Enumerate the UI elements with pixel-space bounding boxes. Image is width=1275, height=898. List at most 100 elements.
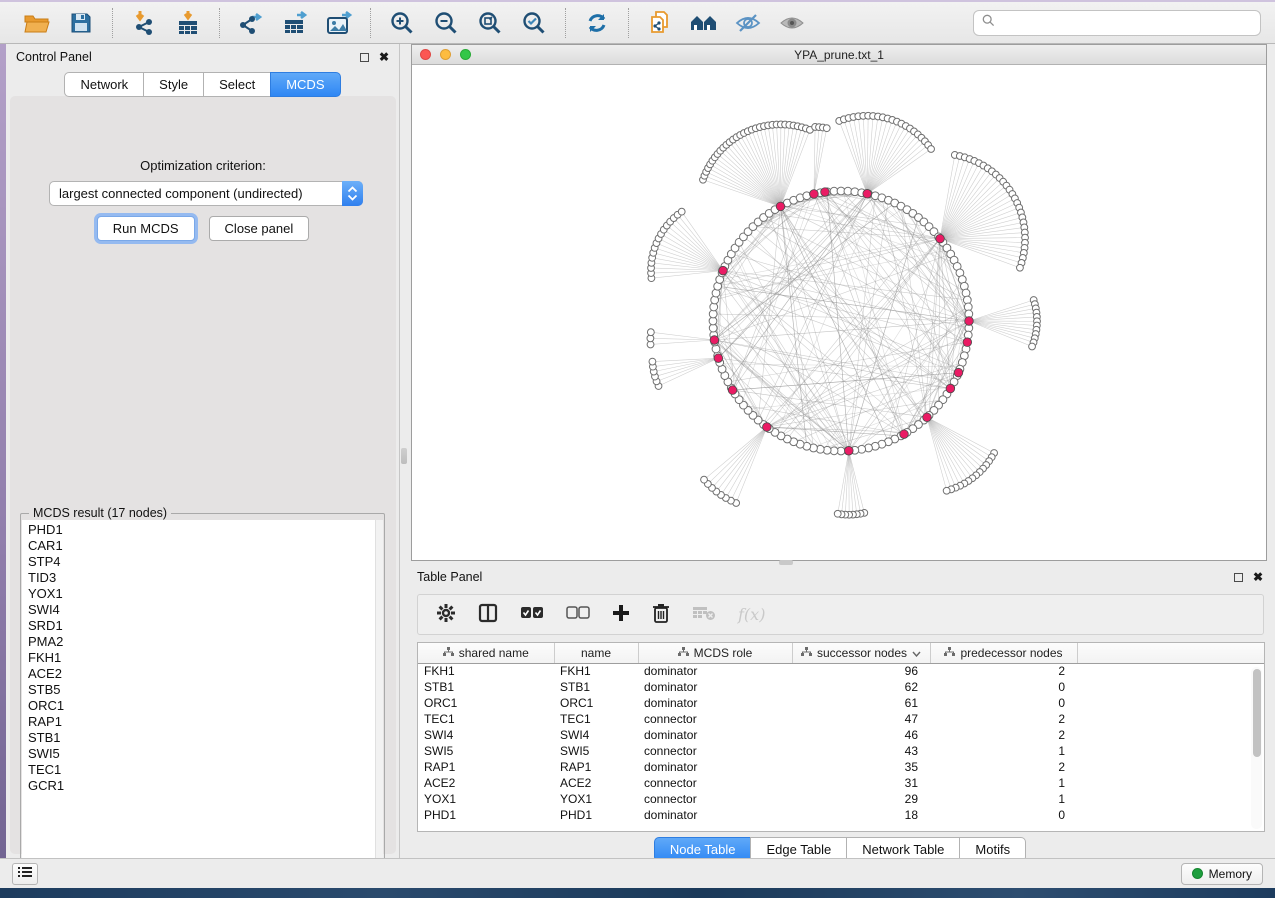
deselect-all-rows-button[interactable]: [566, 606, 590, 623]
mcds-result-item[interactable]: SWI4: [28, 602, 377, 618]
cell-name: PHD1: [554, 807, 638, 823]
show-all-button[interactable]: [773, 6, 811, 40]
open-file-icon: [24, 12, 50, 34]
cell-name: ACE2: [554, 775, 638, 791]
export-network-button[interactable]: [232, 6, 270, 40]
table-row[interactable]: SWI4SWI4dominator462: [418, 727, 1264, 743]
import-network-button[interactable]: [125, 6, 163, 40]
table-scrollbar-thumb[interactable]: [1253, 669, 1261, 757]
optimization-criterion-select[interactable]: largest connected component (undirected): [49, 181, 363, 206]
duplicate-network-icon: [648, 11, 672, 35]
mcds-result-item[interactable]: FKH1: [28, 650, 377, 666]
table-row[interactable]: FKH1FKH1dominator962: [418, 663, 1264, 679]
table-row[interactable]: ACE2ACE2connector311: [418, 775, 1264, 791]
table-scrollbar[interactable]: [1251, 667, 1262, 829]
duplicate-network-button[interactable]: [641, 6, 679, 40]
close-table-panel-icon[interactable]: ✖: [1253, 573, 1263, 582]
mcds-result-item[interactable]: ACE2: [28, 666, 377, 682]
cell-shared_name: ORC1: [418, 695, 554, 711]
mcds-list-scrollbar[interactable]: [375, 520, 383, 882]
toolbar-separator: [219, 8, 220, 38]
mcds-result-list[interactable]: PHD1CAR1STP4TID3YOX1SWI4SRD1PMA2FKH1ACE2…: [22, 520, 377, 882]
search-input[interactable]: [1000, 16, 1252, 30]
mcds-result-item[interactable]: SRD1: [28, 618, 377, 634]
cell-name: FKH1: [554, 663, 638, 679]
add-column-button[interactable]: [612, 604, 630, 625]
table-row[interactable]: ORC1ORC1dominator610: [418, 695, 1264, 711]
tab-style[interactable]: Style: [143, 72, 204, 97]
mcds-result-item[interactable]: YOX1: [28, 586, 377, 602]
column-header-predecessor-nodes[interactable]: predecessor nodes: [930, 643, 1077, 663]
column-header-name[interactable]: name: [554, 643, 638, 663]
mcds-result-item[interactable]: PHD1: [28, 522, 377, 538]
list-icon: [18, 866, 32, 881]
save-session-button[interactable]: [62, 6, 100, 40]
select-all-rows-icon: [520, 606, 544, 623]
select-all-rows-button[interactable]: [520, 606, 544, 623]
mcds-result-item[interactable]: ORC1: [28, 698, 377, 714]
search-icon: [982, 14, 995, 32]
import-table-button[interactable]: [169, 6, 207, 40]
mcds-result-item[interactable]: RAP1: [28, 714, 377, 730]
zoom-in-button[interactable]: [383, 6, 421, 40]
optimization-criterion-value: largest connected component (undirected): [50, 186, 342, 201]
table-row[interactable]: RAP1RAP1dominator352: [418, 759, 1264, 775]
close-panel-button[interactable]: Close panel: [209, 216, 310, 241]
zoom-out-button[interactable]: [427, 6, 465, 40]
table-row[interactable]: STB1STB1dominator620: [418, 679, 1264, 695]
vertical-splitter-handle[interactable]: [401, 448, 407, 464]
cell-successor_nodes: 18: [792, 807, 930, 823]
float-panel-icon[interactable]: [360, 53, 369, 62]
table-row[interactable]: SWI5SWI5connector431: [418, 743, 1264, 759]
table-settings-button[interactable]: [436, 603, 456, 626]
zoom-selected-button[interactable]: [515, 6, 553, 40]
network-graph[interactable]: [412, 65, 1266, 560]
export-network-icon: [238, 11, 264, 35]
mcds-result-item[interactable]: TEC1: [28, 762, 377, 778]
tab-mcds[interactable]: MCDS: [270, 72, 340, 97]
tab-select[interactable]: Select: [203, 72, 271, 97]
cell-predecessor_nodes: 1: [930, 775, 1077, 791]
close-panel-icon[interactable]: ✖: [379, 53, 389, 62]
mcds-result-item[interactable]: STB5: [28, 682, 377, 698]
table-row[interactable]: PHD1PHD1dominator180: [418, 807, 1264, 823]
mcds-result-title: MCDS result (17 nodes): [29, 506, 171, 520]
mcds-result-item[interactable]: CAR1: [28, 538, 377, 554]
delete-column-button[interactable]: [652, 603, 670, 626]
column-visibility-button[interactable]: [478, 603, 498, 626]
mcds-result-item[interactable]: PMA2: [28, 634, 377, 650]
cell-successor_nodes: 43: [792, 743, 930, 759]
table-row[interactable]: TEC1TEC1connector472: [418, 711, 1264, 727]
mcds-result-item[interactable]: GCR1: [28, 778, 377, 794]
memory-button[interactable]: Memory: [1181, 863, 1263, 885]
cell-successor_nodes: 46: [792, 727, 930, 743]
tab-network[interactable]: Network: [64, 72, 144, 97]
search-box[interactable]: [973, 10, 1261, 36]
hide-selected-button[interactable]: [729, 6, 767, 40]
refresh-view-button[interactable]: [578, 6, 616, 40]
cell-successor_nodes: 61: [792, 695, 930, 711]
table-row[interactable]: YOX1YOX1connector291: [418, 791, 1264, 807]
zoom-fit-button[interactable]: [471, 6, 509, 40]
network-window-titlebar[interactable]: YPA_prune.txt_1: [412, 45, 1266, 65]
application-window: Control Panel ✖ Network Style Select MCD…: [0, 0, 1275, 898]
first-neighbors-button[interactable]: [685, 6, 723, 40]
column-header-MCDS-role[interactable]: MCDS role: [638, 643, 792, 663]
column-header-successor-nodes[interactable]: successor nodes: [792, 643, 930, 663]
export-table-button[interactable]: [276, 6, 314, 40]
export-image-button[interactable]: [320, 6, 358, 40]
attribute-icon: [944, 646, 955, 660]
mcds-result-item[interactable]: STP4: [28, 554, 377, 570]
open-file-button[interactable]: [18, 6, 56, 40]
cell-predecessor_nodes: 2: [930, 759, 1077, 775]
mcds-result-item[interactable]: TID3: [28, 570, 377, 586]
mcds-result-item[interactable]: SWI5: [28, 746, 377, 762]
cell-shared_name: STB1: [418, 679, 554, 695]
cell-shared_name: FKH1: [418, 663, 554, 679]
run-mcds-button[interactable]: Run MCDS: [97, 216, 195, 241]
task-history-button[interactable]: [12, 863, 38, 885]
mcds-result-item[interactable]: STB1: [28, 730, 377, 746]
float-table-panel-icon[interactable]: [1234, 573, 1243, 582]
column-header-shared-name[interactable]: shared name: [418, 643, 554, 663]
delete-table-button: [692, 605, 716, 624]
